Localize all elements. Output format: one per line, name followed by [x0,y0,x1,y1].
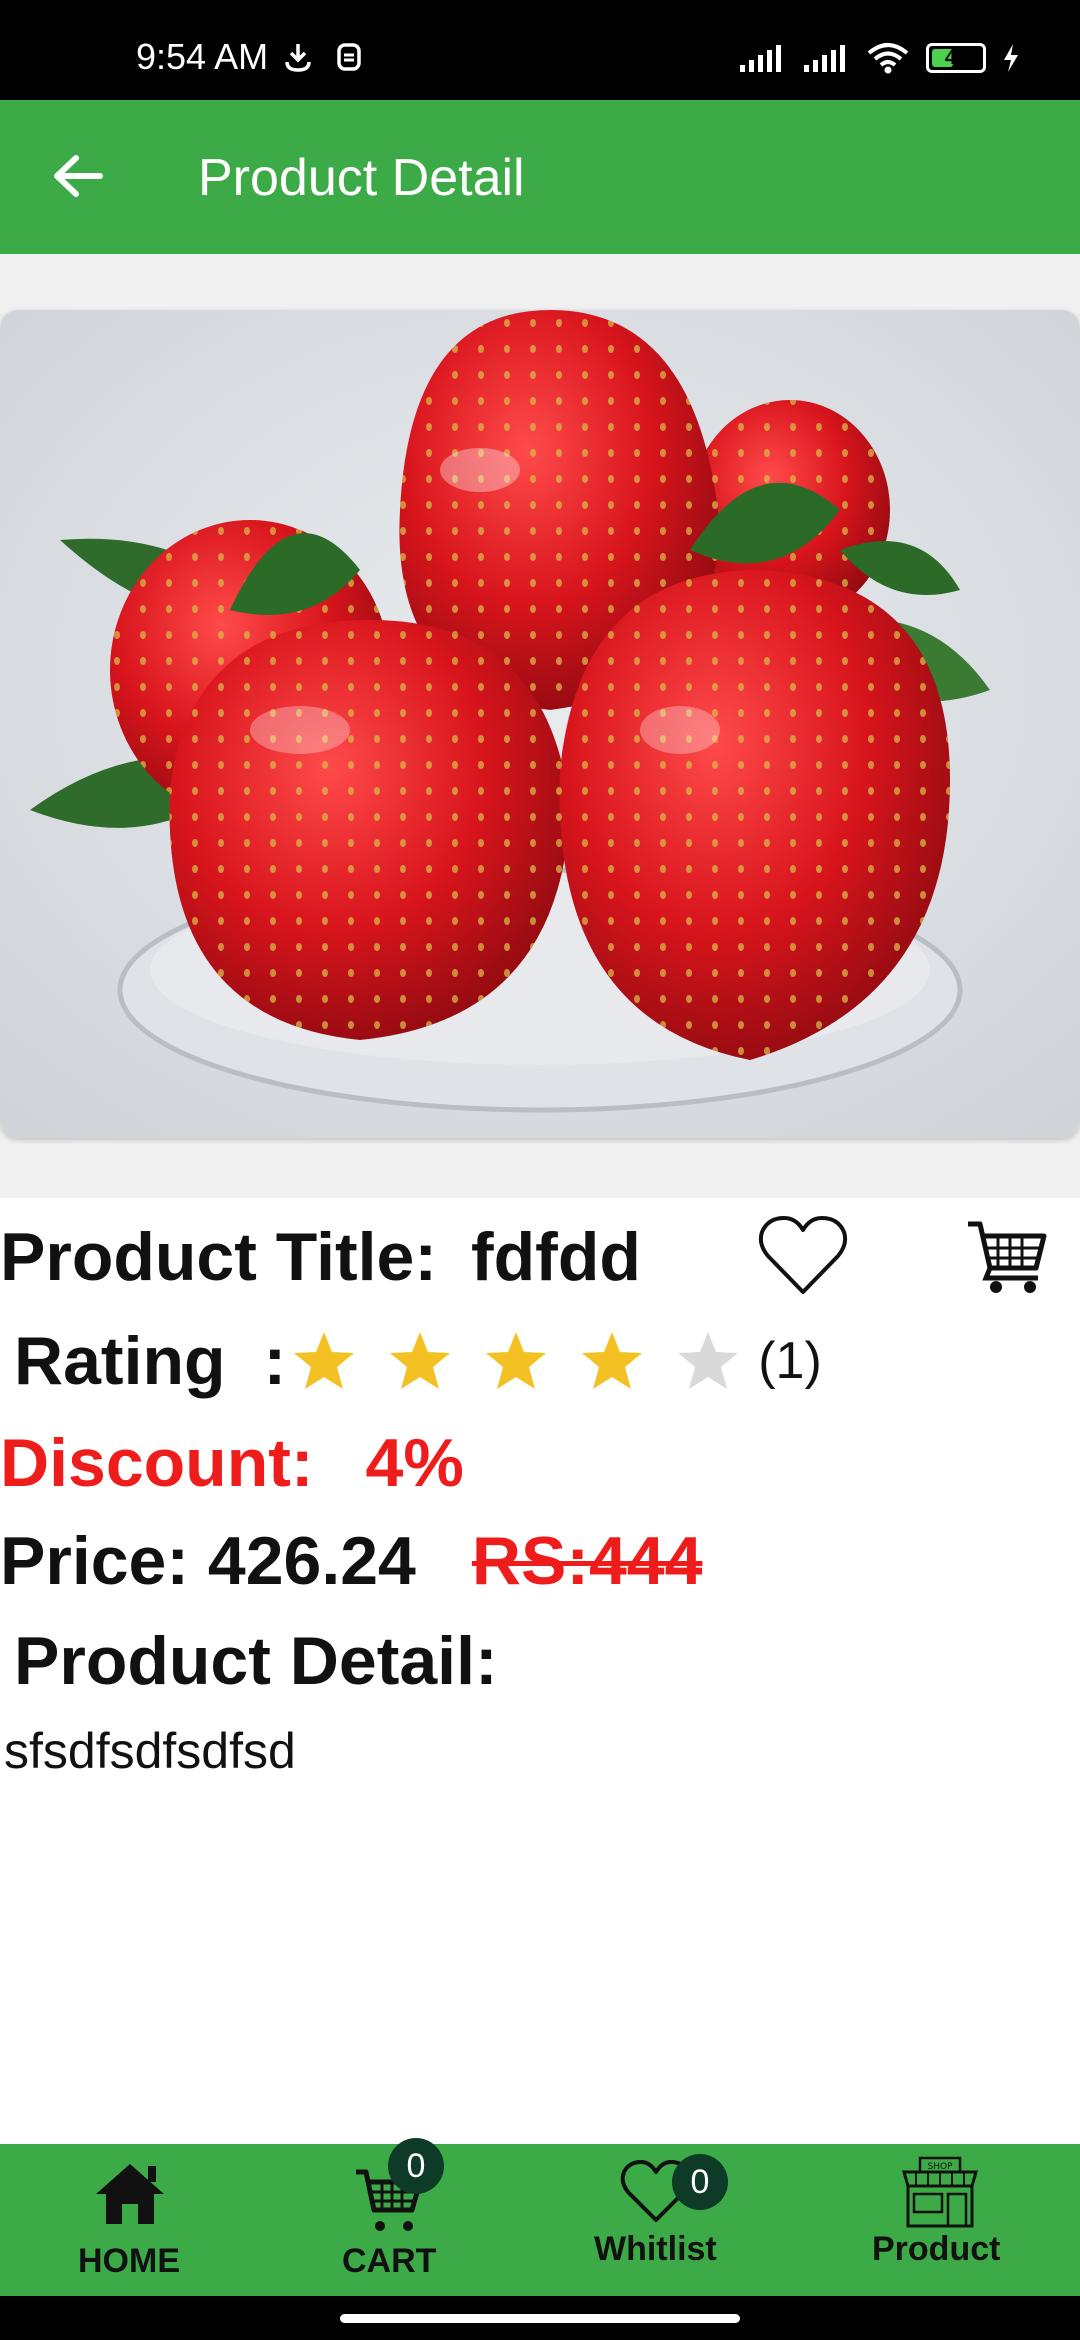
discount-row: Discount: 4% [0,1424,464,1502]
product-title-value: fdfdd [471,1219,641,1295]
star-filled-icon [486,1332,547,1389]
rating-count: (1) [758,1332,822,1390]
rating-row: Rating : (1) [14,1322,822,1400]
nav-home-label: HOME [78,2242,180,2280]
rating-label: Rating [14,1323,226,1399]
app-bar: Product Detail [0,100,1080,254]
battery-level-text: 44 [944,47,968,69]
signal-icon [740,45,781,72]
image-area [0,254,1080,1198]
back-button[interactable] [44,142,112,210]
status-bar: 9:54 AM 44 [0,0,1080,100]
charging-icon [1004,44,1018,72]
status-time: 9:54 AM [136,36,269,77]
notification-icon [337,43,361,71]
nav-wishlist[interactable]: 0 Whitlist [580,2144,740,2296]
product-title-row: Product Title: fdfdd [0,1218,641,1296]
star-filled-icon [294,1332,355,1389]
strawberries-photo [0,310,1080,1138]
wishlist-badge: 0 [672,2154,728,2210]
home-icon [96,2164,164,2224]
product-image [0,310,1080,1138]
product-title-label: Product Title: [0,1219,437,1295]
cart-badge: 0 [388,2138,444,2194]
nav-home[interactable]: HOME [60,2144,200,2296]
status-icons-right: 44 [738,42,1020,74]
download-icon [285,44,311,72]
nav-wishlist-label: Whitlist [594,2230,717,2268]
nav-product-label: Product [872,2230,1001,2268]
add-to-cart-icon[interactable] [966,1218,1048,1294]
rating-stars [292,1329,740,1393]
price-row: Price: 426.24 RS:444 [0,1522,702,1600]
wishlist-heart-icon[interactable] [758,1214,848,1298]
bottom-nav: HOME 0 CART 0 Whitlist SHOP Product [0,2138,1080,2296]
nav-product[interactable]: SHOP Product [860,2144,1020,2296]
discount-value: 4% [365,1425,464,1501]
product-detail-heading: Product Detail: [14,1623,498,1699]
discount-label: Discount: [0,1425,314,1501]
status-icons-left [284,42,362,72]
price-original: RS:444 [471,1523,703,1599]
wifi-icon [867,43,909,74]
nav-cart[interactable]: 0 CART [320,2138,460,2296]
product-detail-text: sfsdfsdfsdfsd [4,1723,296,1779]
rating-colon: : [263,1323,287,1399]
arrow-left-icon [54,155,103,197]
star-filled-icon [582,1332,643,1389]
shop-icon: SHOP [902,2156,978,2228]
signal-icon [804,45,845,72]
battery-icon: 44 [926,43,986,73]
star-filled-icon [390,1332,451,1389]
price-current: Price: 426.24 [0,1523,416,1599]
star-empty-icon [678,1332,739,1389]
nav-cart-label: CART [342,2242,437,2280]
page-title: Product Detail [198,149,525,207]
home-indicator[interactable] [340,2314,740,2323]
